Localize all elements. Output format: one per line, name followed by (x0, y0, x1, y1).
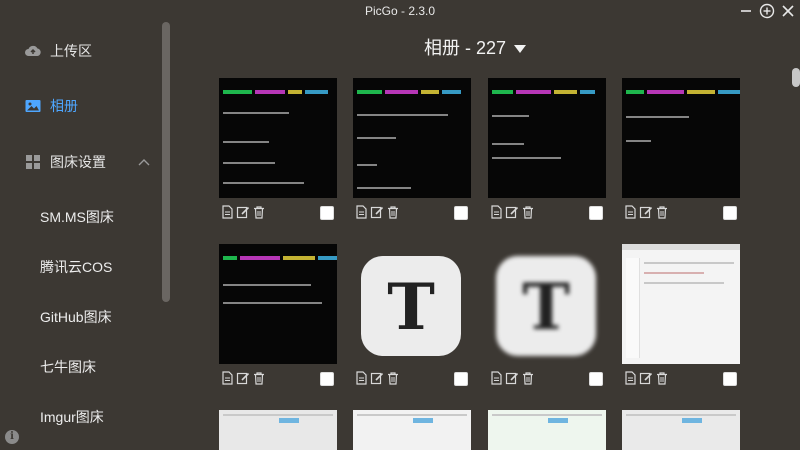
image-thumbnail[interactable] (219, 244, 337, 364)
image-thumbnail[interactable] (219, 78, 337, 198)
sidebar-item-gallery[interactable]: 相册 (0, 91, 160, 121)
gallery-header[interactable]: 相册 - 227 (175, 34, 775, 60)
document-icon[interactable] (489, 205, 503, 219)
image-thumbnail[interactable] (622, 78, 740, 198)
trash-icon[interactable] (386, 205, 400, 219)
document-icon[interactable] (623, 371, 637, 385)
gallery-scrollbar[interactable] (792, 68, 800, 87)
card-toolbar (219, 371, 337, 387)
page-title: 相册 - 227 (423, 38, 507, 58)
card-toolbar (622, 371, 740, 387)
select-checkbox[interactable] (723, 372, 737, 386)
trash-icon[interactable] (655, 205, 669, 219)
edit-icon[interactable] (236, 371, 250, 385)
minimize-icon[interactable] (738, 3, 754, 19)
image-icon (25, 100, 41, 112)
select-checkbox[interactable] (320, 372, 334, 386)
sidebar-item-upload[interactable]: 上传区 (0, 36, 160, 66)
select-checkbox[interactable] (589, 206, 603, 220)
close-icon[interactable] (780, 3, 796, 19)
edit-icon[interactable] (370, 205, 384, 219)
trash-icon[interactable] (386, 371, 400, 385)
card-toolbar (488, 205, 606, 221)
image-thumbnail[interactable] (353, 410, 471, 450)
sidebar-item-label: 上传区 (50, 43, 92, 59)
card-toolbar (353, 205, 471, 221)
image-thumbnail[interactable] (622, 244, 740, 364)
app-icon-image: T (361, 256, 461, 356)
chevron-up-icon[interactable] (138, 157, 150, 167)
card-toolbar (488, 371, 606, 387)
image-thumbnail[interactable]: T (488, 244, 606, 364)
title-bar: PicGo - 2.3.0 (0, 0, 800, 22)
sidebar-item-tencent-cos[interactable]: 腾讯云COS (40, 257, 112, 279)
sidebar-item-imgur[interactable]: Imgur图床 (40, 407, 104, 429)
sidebar: 上传区 相册 图床设置 SM.MS图床 腾讯云COS GitHub图床 七牛图床… (0, 22, 175, 450)
info-icon[interactable]: i (5, 430, 19, 444)
trash-icon[interactable] (252, 205, 266, 219)
document-icon[interactable] (220, 371, 234, 385)
document-icon[interactable] (220, 205, 234, 219)
select-checkbox[interactable] (723, 206, 737, 220)
sidebar-item-label: 相册 (50, 98, 78, 114)
image-thumbnail[interactable]: T (353, 244, 471, 364)
window-title: PicGo - 2.3.0 (364, 4, 436, 18)
cloud-upload-icon (25, 45, 41, 56)
trash-icon[interactable] (521, 371, 535, 385)
select-checkbox[interactable] (454, 206, 468, 220)
sidebar-item-github[interactable]: GitHub图床 (40, 307, 112, 329)
sidebar-scrollbar[interactable] (162, 22, 170, 302)
image-thumbnail[interactable] (219, 410, 337, 450)
document-icon[interactable] (623, 205, 637, 219)
edit-icon[interactable] (505, 371, 519, 385)
document-icon[interactable] (354, 205, 368, 219)
edit-icon[interactable] (639, 371, 653, 385)
sidebar-item-qiniu[interactable]: 七牛图床 (40, 357, 96, 379)
document-icon[interactable] (354, 371, 368, 385)
image-thumbnail[interactable] (353, 78, 471, 198)
edit-icon[interactable] (236, 205, 250, 219)
image-thumbnail[interactable] (488, 410, 606, 450)
sidebar-item-smms[interactable]: SM.MS图床 (40, 207, 114, 229)
app-icon-image: T (496, 256, 596, 356)
sidebar-item-picbed-settings[interactable]: 图床设置 (0, 147, 160, 177)
image-thumbnail[interactable] (622, 410, 740, 450)
edit-icon[interactable] (370, 371, 384, 385)
edit-icon[interactable] (505, 205, 519, 219)
trash-icon[interactable] (521, 205, 535, 219)
maximize-icon[interactable] (759, 3, 775, 19)
sidebar-item-label: 图床设置 (50, 154, 106, 170)
caret-down-icon[interactable] (514, 45, 527, 54)
edit-icon[interactable] (639, 205, 653, 219)
image-thumbnail[interactable] (488, 78, 606, 198)
select-checkbox[interactable] (320, 206, 334, 220)
document-icon[interactable] (489, 371, 503, 385)
select-checkbox[interactable] (589, 372, 603, 386)
card-toolbar (219, 205, 337, 221)
card-toolbar (353, 371, 471, 387)
trash-icon[interactable] (252, 371, 266, 385)
select-checkbox[interactable] (454, 372, 468, 386)
trash-icon[interactable] (655, 371, 669, 385)
card-toolbar (622, 205, 740, 221)
grid-icon (26, 155, 40, 169)
